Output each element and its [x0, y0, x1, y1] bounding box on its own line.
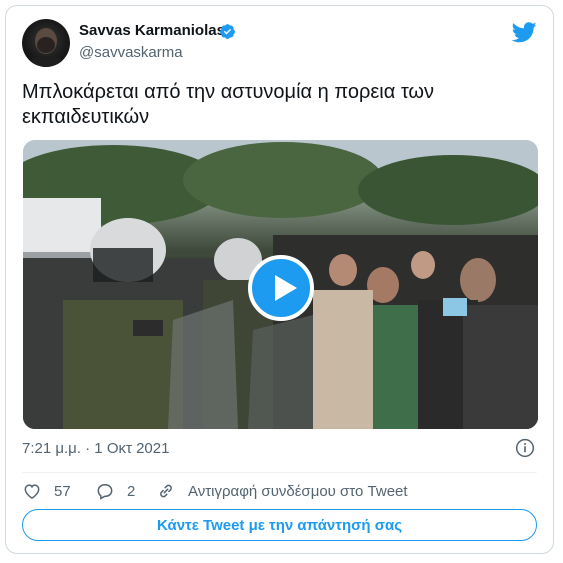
- tweet-text: Μπλοκάρεται από την αστυνομία η πορεια τ…: [22, 81, 435, 128]
- video-thumbnail[interactable]: [23, 140, 538, 429]
- reply-count: 2: [127, 482, 136, 500]
- author-name[interactable]: Savvas Karmaniolas: [79, 22, 225, 39]
- divider: [22, 472, 537, 473]
- timestamp[interactable]: 7:21 μ.μ. · 1 Οκτ 2021: [22, 440, 169, 457]
- like-count: 57: [54, 482, 71, 500]
- play-icon[interactable]: [248, 255, 314, 321]
- copy-link-label: Αντιγραφή συνδέσμου στο Tweet: [188, 482, 408, 500]
- info-icon[interactable]: [515, 438, 535, 458]
- heart-icon: [24, 484, 40, 499]
- verified-badge-icon: [220, 24, 235, 39]
- tweet-reply-button[interactable]: Κάντε Tweet με την απάντησή σας: [22, 509, 537, 541]
- avatar[interactable]: [22, 19, 70, 67]
- action-bar: 57 2 Αντιγραφή συνδέσμου στο Tweet: [22, 481, 537, 501]
- copy-link-button[interactable]: Αντιγραφή συνδέσμου στο Tweet: [156, 481, 408, 501]
- avatar-photo: [30, 28, 62, 67]
- author-handle[interactable]: @savvaskarma: [79, 44, 183, 61]
- twitter-bird-icon[interactable]: [512, 22, 537, 43]
- tweet-card[interactable]: Savvas Karmaniolas @savvaskarma Μπλοκάρε…: [5, 5, 554, 554]
- reply-bubble-icon: [97, 484, 113, 500]
- link-icon: [160, 484, 172, 498]
- reply-button[interactable]: 2: [95, 481, 135, 501]
- like-button[interactable]: 57: [22, 481, 71, 501]
